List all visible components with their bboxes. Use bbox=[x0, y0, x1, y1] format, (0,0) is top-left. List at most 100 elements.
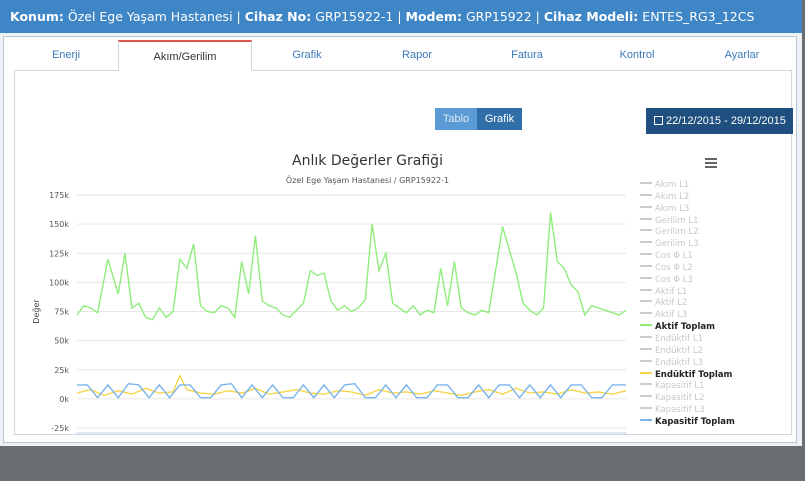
model-value: ENTES_RG3_12CS bbox=[642, 9, 755, 24]
legend-swatch bbox=[640, 395, 652, 398]
chevron-down-icon: ⌄ bbox=[791, 116, 800, 126]
tab-kontrol[interactable]: Kontrol bbox=[582, 40, 692, 70]
legend-label: Kapasitif L1 bbox=[655, 381, 705, 392]
legend-label: Gerilim L1 bbox=[655, 215, 699, 226]
legend-swatch bbox=[640, 253, 652, 256]
legend-label: Cos Φ L3 bbox=[655, 274, 693, 285]
legend-item[interactable]: Cos Φ L1 bbox=[640, 251, 740, 263]
tab-enerji[interactable]: Enerji bbox=[14, 40, 118, 70]
y-tick-label: 175k bbox=[49, 191, 69, 200]
y-tick-label: 125k bbox=[49, 249, 69, 258]
legend-label: Gerilim L2 bbox=[655, 227, 699, 238]
separator: | bbox=[236, 9, 241, 24]
main-panel: Enerji Akım/Gerilim Grafik Rapor Fatura … bbox=[3, 36, 799, 443]
legend-swatch bbox=[640, 205, 652, 208]
y-tick-label: 75k bbox=[54, 308, 69, 317]
model-label: Cihaz Modeli: bbox=[543, 9, 639, 24]
legend-label: Endüktif Toplam bbox=[655, 369, 733, 380]
legend-label: Aktif L1 bbox=[655, 286, 688, 297]
y-tick-label: 25k bbox=[54, 366, 69, 375]
legend-item[interactable]: Cos Φ L2 bbox=[640, 263, 740, 275]
legend-label: Aktif L3 bbox=[655, 310, 688, 321]
modem-label: Modem: bbox=[405, 9, 462, 24]
legend-swatch bbox=[640, 347, 652, 350]
tab-content: Tablo Grafik 22/12/2015 - 29/12/2015 ⌄ An… bbox=[14, 70, 799, 435]
y-tick-label: 100k bbox=[49, 278, 69, 287]
legend-label: Akım L1 bbox=[655, 180, 690, 190]
legend-swatch bbox=[640, 264, 652, 267]
legend-item[interactable]: Endüktif L3 bbox=[640, 358, 740, 370]
legend-item[interactable]: Endüktif Toplam bbox=[640, 370, 740, 382]
legend-label: Kapasitif L2 bbox=[655, 393, 705, 404]
legend-item[interactable]: Akım L3 bbox=[640, 204, 740, 216]
legend-item[interactable]: Gerilim L3 bbox=[640, 239, 740, 251]
location-value: Özel Ege Yaşam Hastanesi bbox=[67, 9, 233, 24]
legend-item[interactable]: Aktif Toplam bbox=[640, 322, 740, 334]
legend-swatch bbox=[640, 217, 652, 220]
y-axis-label: Değer bbox=[32, 299, 41, 324]
device-info-bar: Konum: Özel Ege Yaşam Hastanesi | Cihaz … bbox=[0, 0, 802, 33]
legend-item[interactable]: Aktif L2 bbox=[640, 298, 740, 310]
y-tick-label: 0k bbox=[59, 395, 69, 404]
legend-swatch bbox=[640, 335, 652, 338]
y-tick-label: 50k bbox=[54, 337, 69, 346]
legend-swatch bbox=[640, 229, 652, 232]
tab-ayarlar[interactable]: Ayarlar bbox=[692, 40, 792, 70]
legend-swatch bbox=[640, 193, 652, 196]
legend-item[interactable]: Akım L2 bbox=[640, 192, 740, 204]
series-line bbox=[77, 382, 626, 399]
tab-akim-gerilim[interactable]: Akım/Gerilim bbox=[118, 40, 252, 71]
legend-item[interactable]: Kapasitif L2 bbox=[640, 393, 740, 405]
legend-label: Gerilim L3 bbox=[655, 239, 699, 250]
legend-label: Akım L3 bbox=[655, 203, 690, 214]
tab-grafik[interactable]: Grafik bbox=[252, 40, 362, 70]
legend-item[interactable]: Kapasitif Toplam bbox=[640, 417, 740, 429]
legend-swatch bbox=[640, 241, 652, 244]
legend-swatch bbox=[640, 182, 652, 184]
legend-item[interactable]: Aktif L3 bbox=[640, 310, 740, 322]
legend-item[interactable]: Kapasitif L1 bbox=[640, 381, 740, 393]
legend-label: Aktif L2 bbox=[655, 298, 688, 309]
app-frame: Konum: Özel Ege Yaşam Hastanesi | Cihaz … bbox=[0, 0, 802, 446]
y-tick-label: 150k bbox=[49, 220, 69, 229]
legend-swatch bbox=[640, 288, 652, 291]
legend-label: Endüktif L3 bbox=[655, 357, 703, 368]
legend-label: Endüktif L2 bbox=[655, 345, 703, 356]
legend-swatch bbox=[640, 300, 652, 303]
tab-fatura[interactable]: Fatura bbox=[472, 40, 582, 70]
tab-rapor[interactable]: Rapor bbox=[362, 40, 472, 70]
legend-label: Kapasitif L3 bbox=[655, 405, 705, 416]
legend-label: Cos Φ L2 bbox=[655, 262, 693, 273]
legend-item[interactable]: Gerilim L1 bbox=[640, 216, 740, 228]
y-tick-label: -25k bbox=[51, 424, 69, 433]
chart-legend: Akım L1 Akım L2 Akım L3 Gerilim L1 Gerilim L… bbox=[640, 180, 740, 429]
legend-item[interactable]: Akım L1 bbox=[640, 180, 740, 192]
legend-item[interactable]: Endüktif L2 bbox=[640, 346, 740, 358]
legend-swatch bbox=[640, 371, 652, 374]
legend-swatch bbox=[640, 359, 652, 362]
series-line bbox=[76, 212, 627, 321]
location-label: Konum: bbox=[10, 9, 64, 24]
device-label: Cihaz No: bbox=[244, 9, 312, 24]
separator: | bbox=[535, 9, 540, 24]
legend-label: Cos Φ L1 bbox=[655, 251, 693, 262]
legend-swatch bbox=[640, 312, 652, 315]
legend-item[interactable]: Kapasitif L3 bbox=[640, 405, 740, 417]
legend-swatch bbox=[640, 383, 652, 386]
legend-swatch bbox=[640, 276, 652, 279]
modem-value: GRP15922 bbox=[465, 9, 532, 24]
legend-label: Aktif Toplam bbox=[655, 322, 715, 333]
legend-item[interactable]: Cos Φ L3 bbox=[640, 275, 740, 287]
legend-item[interactable]: Endüktif L1 bbox=[640, 334, 740, 346]
legend-swatch bbox=[640, 407, 652, 410]
legend-label: Kapasitif Toplam bbox=[655, 416, 735, 427]
legend-swatch bbox=[640, 324, 652, 327]
device-value: GRP15922-1 bbox=[315, 9, 394, 24]
tab-bar: Enerji Akım/Gerilim Grafik Rapor Fatura … bbox=[14, 40, 792, 71]
legend-item[interactable]: Gerilim L2 bbox=[640, 227, 740, 239]
legend-swatch bbox=[640, 418, 652, 421]
legend-item[interactable]: Aktif L1 bbox=[640, 287, 740, 299]
legend-label: Endüktif L1 bbox=[655, 333, 703, 344]
separator: | bbox=[397, 9, 402, 24]
legend-label: Akım L2 bbox=[655, 191, 690, 202]
